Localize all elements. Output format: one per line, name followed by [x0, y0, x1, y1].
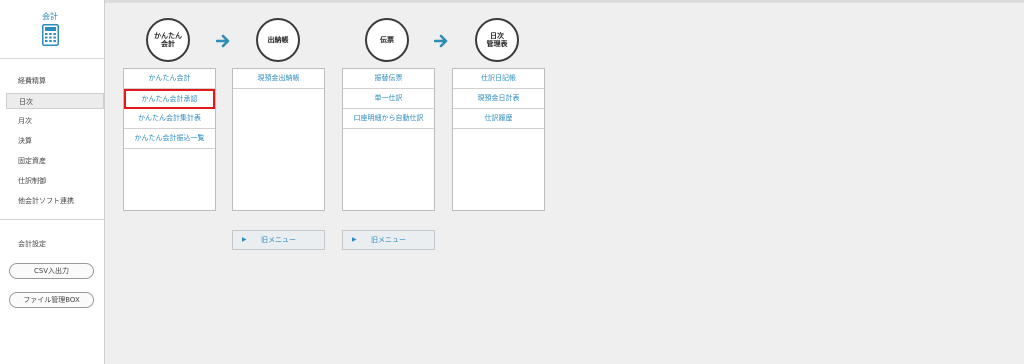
panel-daily-report: 仕訳日記帳 現預金日計表 仕訳履歴	[452, 68, 545, 211]
menu-item-cash-deposit-book[interactable]: 現預金出納帳	[233, 69, 324, 89]
sidebar-item-settings[interactable]: 会計設定	[18, 239, 46, 249]
sidebar-divider	[0, 58, 104, 59]
menu-item-journal-history[interactable]: 仕訳履歴	[453, 109, 544, 129]
header-daily-report: 日次 管理表	[475, 18, 519, 62]
menu-item-journal-diary[interactable]: 仕訳日記帳	[453, 69, 544, 89]
menu-item-single-entry[interactable]: 単一仕訳	[343, 89, 434, 109]
file-box-button[interactable]: ファイル管理BOX	[9, 292, 94, 308]
old-menu-button[interactable]: ▶ 旧メニュー	[342, 230, 435, 250]
sidebar-item-journal-control[interactable]: 仕訳制御	[18, 176, 46, 186]
sidebar-item-other-software[interactable]: 他会計ソフト連携	[18, 196, 74, 206]
arrow-right-icon	[434, 34, 448, 48]
sidebar: 会計 経費精算 日次 月次 決算 固定資産 仕訳制御 他会計ソフト連携 会計設定…	[0, 0, 105, 364]
sidebar-item-expense[interactable]: 経費精算	[18, 76, 46, 86]
menu-item-auto-journal[interactable]: 口座明細から自動仕訳	[343, 109, 434, 129]
header-suitocho: 出納帳	[256, 18, 300, 62]
sidebar-divider	[0, 219, 104, 220]
arrow-right-icon	[216, 34, 230, 48]
menu-item-transfer-slip[interactable]: 振替伝票	[343, 69, 434, 89]
menu-item-kantan-summary[interactable]: かんたん会計集計表	[124, 109, 215, 129]
play-icon: ▶	[352, 236, 357, 243]
sidebar-item-closing[interactable]: 決算	[18, 136, 32, 146]
sidebar-title: 会計	[42, 12, 58, 21]
menu-item-kantan-transfer-list[interactable]: かんたん会計振込一覧	[124, 129, 215, 149]
header-denpyo: 伝票	[365, 18, 409, 62]
old-menu-button[interactable]: ▶ 旧メニュー	[232, 230, 325, 250]
header-kantan-kaikei: かんたん 会計	[146, 18, 190, 62]
csv-io-button[interactable]: CSV入出力	[9, 263, 94, 279]
old-menu-label: 旧メニュー	[261, 236, 296, 244]
panel-denpyo: 振替伝票 単一仕訳 口座明細から自動仕訳	[342, 68, 435, 211]
old-menu-label: 旧メニュー	[371, 236, 406, 244]
sidebar-item-fixed-assets[interactable]: 固定資産	[18, 156, 46, 166]
sidebar-item-daily[interactable]: 日次	[6, 93, 104, 109]
play-icon: ▶	[242, 236, 247, 243]
menu-item-kantan-approval[interactable]: かんたん会計承認	[124, 89, 215, 109]
panel-suitocho: 現預金出納帳	[232, 68, 325, 211]
sidebar-item-monthly[interactable]: 月次	[18, 116, 32, 126]
panel-kantan-kaikei: かんたん会計 かんたん会計承認 かんたん会計集計表 かんたん会計振込一覧	[123, 68, 216, 211]
menu-item-kantan-kaikei[interactable]: かんたん会計	[124, 69, 215, 89]
calculator-icon	[42, 24, 59, 46]
top-border	[105, 0, 1024, 3]
menu-item-daily-cash-report[interactable]: 現預金日計表	[453, 89, 544, 109]
